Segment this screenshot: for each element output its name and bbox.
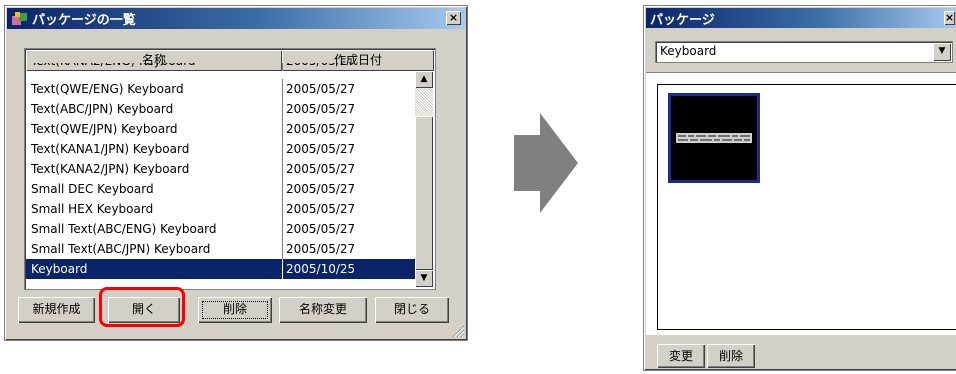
table-row[interactable]: Text(KANA2/JPN) Keyboard 2005/05/27 — [26, 159, 435, 179]
scroll-thumb[interactable] — [415, 116, 433, 270]
table-row[interactable]: Small DEC Keyboard 2005/05/27 — [26, 179, 435, 199]
package-table: 名称 作成日付 Text(KANA2/ENG) Keyboard 2005/05… — [24, 48, 436, 290]
package-dropdown[interactable]: Keyboard ▼ — [655, 41, 953, 63]
table-row[interactable]: Text(KANA1/JPN) Keyboard 2005/05/27 — [26, 139, 435, 159]
table-row[interactable]: Text(ABC/JPN) Keyboard 2005/05/27 — [26, 99, 435, 119]
package-window: パッケージ × Keyboard ▼ 変更 削除 — [643, 5, 956, 371]
table-cell-date: 2005/05/27 — [286, 122, 356, 136]
new-button[interactable]: 新規作成 — [18, 297, 95, 323]
vertical-scrollbar[interactable]: ▲ ▼ — [415, 71, 433, 287]
table-cell-date: 2005/05/27 — [286, 142, 356, 156]
table-row-selected[interactable]: Keyboard 2005/10/25 — [26, 259, 432, 279]
scroll-down-icon[interactable]: ▼ — [415, 270, 433, 287]
keyboard-thumbnail[interactable] — [668, 93, 760, 183]
table-cell-name: Text(QWE/JPN) Keyboard — [29, 119, 283, 139]
table-cell-name: Text(ABC/JPN) Keyboard — [29, 99, 283, 119]
close-icon[interactable]: × — [944, 11, 955, 25]
table-cell-name: Small DEC Keyboard — [29, 179, 283, 199]
dropdown-value: Keyboard — [660, 44, 717, 58]
preview-frame — [657, 84, 956, 330]
table-cell-name: Keyboard — [29, 259, 283, 279]
table-cell-date: 2005/05/27 — [286, 182, 356, 196]
table-row[interactable]: Text(QWE/ENG) Keyboard 2005/05/27 — [26, 79, 435, 99]
package-list-window: パッケージの一覧 × 名称 作成日付 Text(KANA2/ENG) Keybo… — [4, 5, 468, 341]
right-arrow-icon — [514, 113, 578, 213]
table-cell-date: 2005/05/27 — [286, 222, 356, 236]
table-row-partial[interactable]: Text(KANA2/ENG) Keyboard 2005/05/27 — [26, 63, 435, 71]
delete-button[interactable]: 削除 — [707, 344, 755, 368]
title-bar: パッケージの一覧 × — [7, 8, 465, 29]
dropdown-arrow-icon[interactable]: ▼ — [933, 43, 951, 61]
table-cell-name: Text(KANA2/ENG) Keyboard — [29, 63, 283, 71]
table-cell-date: 2005/05/27 — [286, 162, 356, 176]
window-title: パッケージ — [650, 12, 715, 28]
table-cell-date: 2005/05/27 — [286, 82, 356, 96]
delete-button[interactable]: 削除 — [198, 297, 272, 323]
table-cell-name: Small Text(ABC/ENG) Keyboard — [29, 219, 283, 239]
table-cell-date: 2005/05/27 — [283, 63, 435, 71]
table-row[interactable]: Small Text(ABC/ENG) Keyboard 2005/05/27 — [26, 219, 435, 239]
close-icon[interactable]: × — [446, 11, 461, 25]
package-content-area — [646, 72, 956, 335]
table-row[interactable]: Text(QWE/JPN) Keyboard 2005/05/27 — [26, 119, 435, 139]
package-icon — [12, 11, 27, 25]
table-cell-date: 2005/10/25 — [286, 262, 356, 276]
rename-button[interactable]: 名称変更 — [279, 297, 367, 323]
scroll-up-icon[interactable]: ▲ — [415, 71, 433, 88]
table-cell-date: 2005/05/27 — [286, 242, 356, 256]
close-button[interactable]: 閉じる — [375, 297, 449, 323]
open-button-highlight — [99, 287, 185, 327]
resize-grip-icon[interactable] — [451, 324, 465, 338]
table-cell-name: Small HEX Keyboard — [29, 199, 283, 219]
window-title: パッケージの一覧 — [32, 13, 136, 28]
table-row[interactable]: Small HEX Keyboard 2005/05/27 — [26, 199, 435, 219]
table-cell-date: 2005/05/27 — [286, 102, 356, 116]
table-cell-name: Small Text(ABC/JPN) Keyboard — [29, 239, 283, 259]
table-cell-name: Text(KANA2/JPN) Keyboard — [29, 159, 283, 179]
table-cell-name: Text(QWE/ENG) Keyboard — [29, 79, 283, 99]
table-cell-date: 2005/05/27 — [286, 202, 356, 216]
title-bar: パッケージ × — [646, 8, 956, 28]
table-row[interactable]: Small Text(ABC/JPN) Keyboard 2005/05/27 — [26, 239, 435, 259]
scroll-track[interactable] — [415, 88, 433, 116]
keyboard-keys-icon — [676, 133, 752, 143]
table-cell-name: Text(KANA1/JPN) Keyboard — [29, 139, 283, 159]
change-button[interactable]: 変更 — [657, 344, 705, 368]
